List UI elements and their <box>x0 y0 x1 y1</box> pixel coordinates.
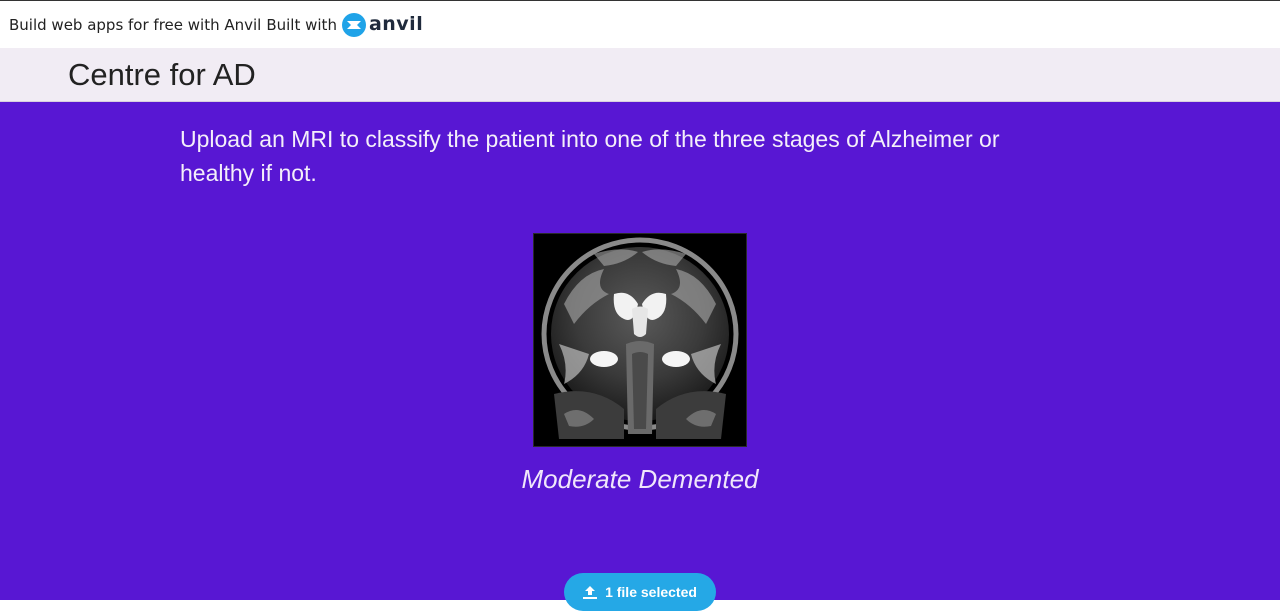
built-with-text[interactable]: Built with <box>266 16 337 34</box>
description-text: Upload an MRI to classify the patient in… <box>180 126 1000 186</box>
anvil-logo-icon <box>341 12 366 37</box>
banner-text[interactable]: Build web apps for free with Anvil <box>9 16 261 34</box>
anvil-banner[interactable]: Build web apps for free with Anvil Built… <box>0 0 1280 48</box>
upload-button-label: 1 file selected <box>605 584 697 600</box>
anvil-logo[interactable]: anvil <box>341 12 424 37</box>
main-content: Upload an MRI to classify the patient in… <box>0 102 1280 611</box>
app-header: Centre for AD <box>0 48 1280 102</box>
mri-image <box>533 233 747 447</box>
classification-result: Moderate Demented <box>521 464 759 494</box>
anvil-logo-text: anvil <box>368 13 424 35</box>
upload-icon <box>583 585 598 599</box>
page-title: Centre for AD <box>68 57 256 92</box>
file-upload-button[interactable]: 1 file selected <box>564 573 716 611</box>
